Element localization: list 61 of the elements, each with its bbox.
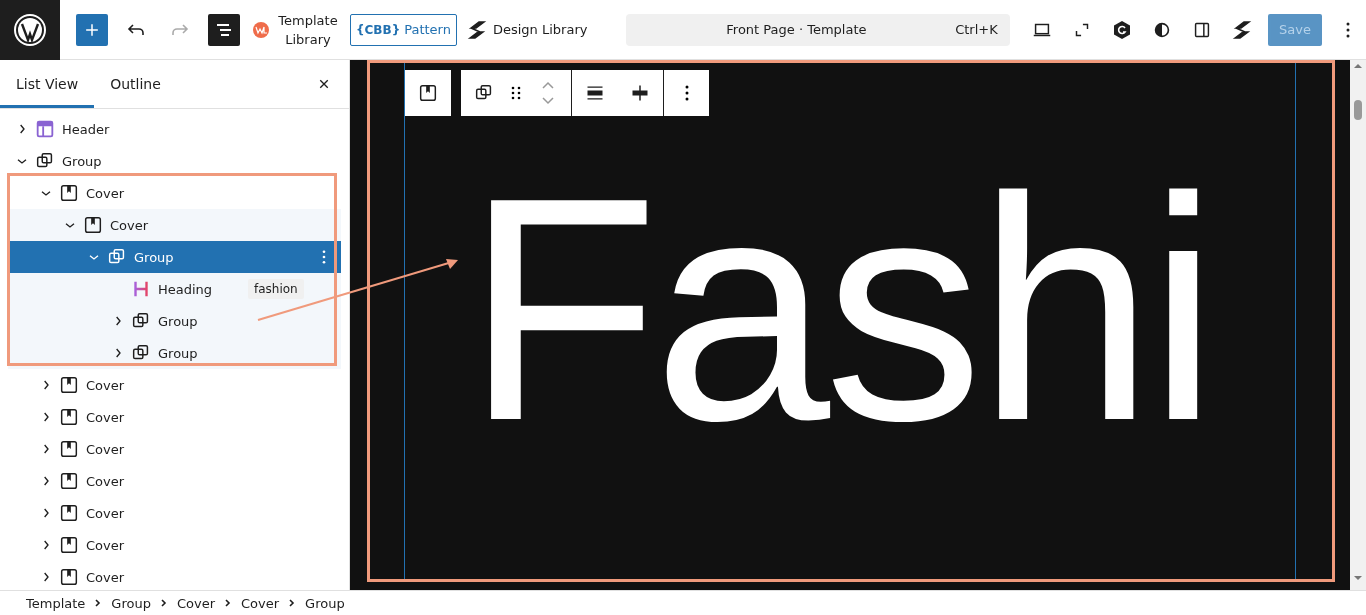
- cover-block-icon: [58, 438, 80, 460]
- block-label: Heading: [158, 281, 213, 297]
- block-label: Group: [158, 313, 198, 329]
- wl-logo-icon: [252, 20, 270, 39]
- command-palette-bar[interactable]: Front Page · Template Ctrl+K: [625, 13, 1010, 46]
- tree-item[interactable]: Group: [8, 305, 341, 337]
- cover-block-icon: [58, 374, 80, 396]
- tree-item[interactable]: Cover: [8, 497, 341, 529]
- scrollbar[interactable]: [1350, 60, 1366, 590]
- panel-tab[interactable]: List View: [0, 60, 95, 108]
- tree-item[interactable]: Cover: [8, 561, 341, 590]
- shortcut-hint: Ctrl+K: [955, 22, 998, 37]
- tree-item[interactable]: Heading fashion: [8, 273, 341, 305]
- breadcrumb-link[interactable]: Cover: [241, 595, 280, 611]
- block-label: Group: [158, 345, 198, 361]
- block-label: Cover: [110, 217, 149, 233]
- cover-block-icon: [58, 566, 80, 588]
- header-block-icon: [34, 118, 56, 140]
- tree-item[interactable]: Cover: [8, 177, 341, 209]
- add-block-button[interactable]: [76, 13, 108, 46]
- breadcrumb-link[interactable]: Group: [111, 595, 151, 611]
- document-title: Front Page · Template: [725, 22, 868, 37]
- block-label: Cover: [86, 537, 125, 553]
- breadcrumb-link[interactable]: Template: [26, 595, 86, 611]
- block-label: Cover: [86, 377, 125, 393]
- tree-item[interactable]: Cover: [8, 433, 341, 465]
- wordpress-logo-icon[interactable]: [0, 0, 60, 60]
- tree-item[interactable]: Cover: [8, 465, 341, 497]
- chevron-right-icon: [223, 598, 233, 608]
- breadcrumb-link[interactable]: Group: [305, 595, 345, 611]
- breadcrumb-link[interactable]: Cover: [176, 595, 215, 611]
- cover-block-icon: [58, 182, 80, 204]
- cover-block-icon: [58, 534, 80, 556]
- block-label: Cover: [86, 473, 125, 489]
- cover-block-icon: [58, 406, 80, 428]
- block-label: Group: [62, 153, 102, 169]
- chevron-right-icon: [158, 598, 169, 608]
- cover-block-icon: [82, 214, 104, 236]
- block-label: Header: [62, 121, 110, 137]
- block-label: Cover: [86, 569, 125, 585]
- block-label: Cover: [86, 505, 125, 521]
- cover-heading: Fashi: [465, 150, 1213, 468]
- block-label: Cover: [86, 185, 125, 201]
- pattern-button[interactable]: {CBB} Pattern: [350, 13, 457, 46]
- block-label: Cover: [86, 441, 125, 457]
- cover-block-icon: [58, 502, 80, 524]
- tree-item[interactable]: Group: [8, 145, 341, 177]
- tree-item[interactable]: Cover: [8, 529, 341, 561]
- tree-item[interactable]: Cover: [8, 401, 341, 433]
- block-label: Group: [134, 249, 174, 265]
- tree-item[interactable]: Header: [8, 113, 341, 145]
- cover-block-icon: [58, 470, 80, 492]
- list-view-button[interactable]: [208, 13, 240, 46]
- tree-item[interactable]: Cover: [8, 369, 341, 401]
- panel-tab[interactable]: Outline: [94, 60, 177, 108]
- design-library-button[interactable]: Design Library: [466, 19, 588, 40]
- tree-item[interactable]: Cover: [8, 209, 341, 241]
- block-label: Cover: [86, 409, 125, 425]
- stacked-s-icon: [466, 19, 487, 40]
- block-tag: fashion: [248, 279, 304, 299]
- template-library-button[interactable]: Template Library: [252, 10, 340, 49]
